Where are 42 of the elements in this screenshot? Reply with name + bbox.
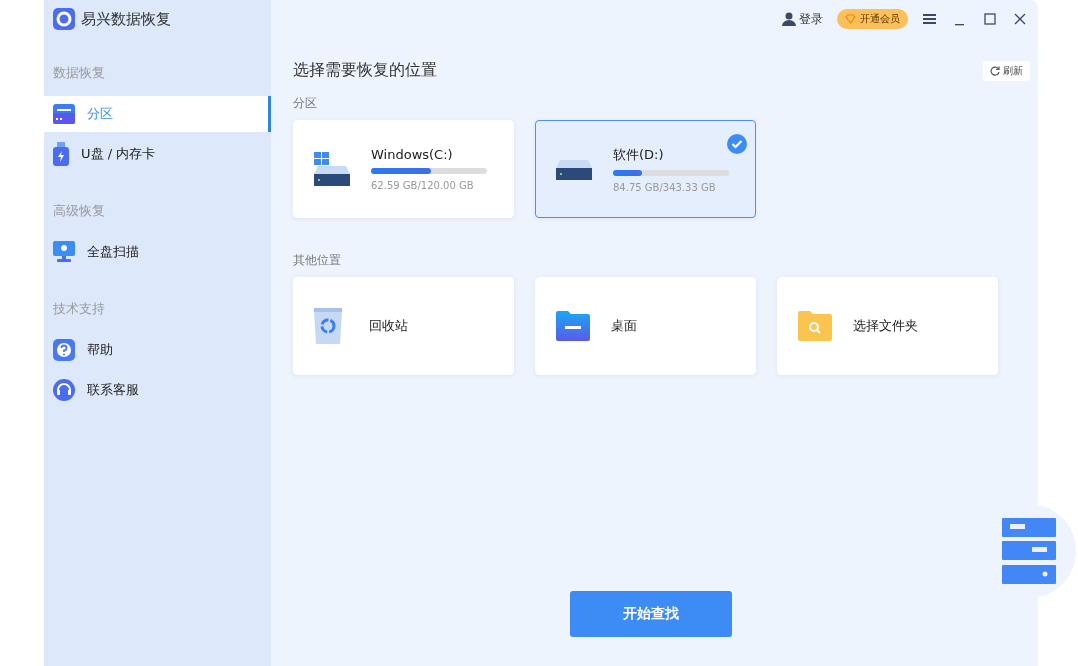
app-logo-icon	[53, 8, 75, 30]
windows-drive-icon	[314, 152, 350, 186]
drive-icon	[556, 158, 592, 180]
sidebar-item[interactable]: 分区	[44, 96, 271, 132]
sidebar-item[interactable]: 联系客服	[44, 372, 271, 408]
location-card[interactable]: 回收站	[293, 277, 514, 375]
sidebar-section-heading: 技术支持	[52, 300, 106, 318]
monitor-icon	[53, 241, 75, 263]
maximize-icon[interactable]	[982, 11, 998, 27]
help-icon	[53, 339, 75, 361]
sidebar-item[interactable]: 全盘扫描	[44, 234, 271, 270]
refresh-icon	[990, 65, 1000, 76]
location-card[interactable]: 桌面	[535, 277, 756, 375]
sidebar-item[interactable]: 帮助	[44, 332, 271, 368]
partition-card[interactable]: 软件(D:) 84.75 GB/343.33 GB	[535, 120, 756, 218]
vip-button[interactable]: 开通会员	[837, 9, 908, 29]
partition-name: Windows(C:)	[371, 147, 454, 162]
recycle-bin-icon	[314, 308, 342, 344]
usage-text: 84.75 GB/343.33 GB	[613, 181, 717, 193]
check-icon	[727, 134, 747, 154]
partition-name: 软件(D:)	[613, 145, 665, 164]
location-card[interactable]: 选择文件夹	[777, 277, 998, 375]
app-title: 易兴数据恢复	[81, 9, 171, 29]
usage-text: 62.59 GB/120.00 GB	[371, 180, 475, 191]
partition-card[interactable]: Windows(C:) 62.59 GB/120.00 GB	[293, 120, 514, 218]
refresh-button[interactable]: 刷新	[983, 60, 1030, 81]
menu-icon[interactable]	[922, 11, 938, 27]
sidebar-section-heading: 高级恢复	[52, 202, 106, 220]
drive-icon	[53, 104, 75, 124]
folder-icon	[556, 311, 590, 341]
section-label: 分区	[293, 95, 318, 112]
sidebar-section-heading: 数据恢复	[52, 64, 106, 82]
usb-drive-icon	[53, 142, 69, 166]
headset-icon	[53, 379, 75, 401]
folder-search-icon	[798, 311, 832, 341]
section-label: 其他位置	[293, 252, 342, 269]
user-icon	[782, 12, 796, 26]
page-title: 选择需要恢复的位置	[293, 60, 437, 81]
diamond-icon	[845, 14, 856, 24]
close-icon[interactable]	[1012, 11, 1028, 27]
login-button[interactable]: 登录	[782, 10, 823, 28]
sidebar-item[interactable]: U盘 / 内存卡	[44, 136, 271, 172]
